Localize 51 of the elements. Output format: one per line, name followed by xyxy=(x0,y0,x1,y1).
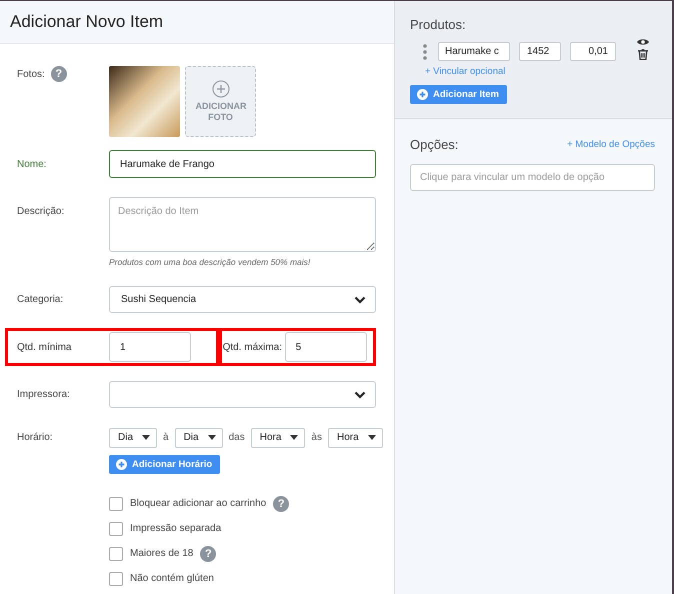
field-label: Nome: xyxy=(17,158,46,170)
chevron-down-icon xyxy=(354,296,366,304)
field-label: Descrição: xyxy=(17,206,64,217)
hint-text: Produtos com uma boa descrição vendem 50% mais! xyxy=(109,257,312,267)
field-label: Fotos: xyxy=(17,68,45,80)
plus-circle-icon xyxy=(417,89,428,100)
field-label: Categoria: xyxy=(17,294,64,305)
product-code-input[interactable]: 1452 xyxy=(519,42,561,61)
caret-icon xyxy=(290,435,298,440)
drag-handle-icon[interactable] xyxy=(423,44,427,60)
name-input[interactable]: Harumake de Frango xyxy=(109,150,376,178)
checkbox[interactable] xyxy=(109,546,123,560)
plus-icon xyxy=(212,80,230,98)
checkbox[interactable] xyxy=(109,572,123,586)
caret-icon xyxy=(208,435,216,440)
checkbox-label: Não contém glúten xyxy=(130,573,214,584)
checkbox[interactable] xyxy=(109,496,123,510)
time-select[interactable]: Dia xyxy=(174,428,223,448)
min-quantity-input[interactable]: 1 xyxy=(109,332,191,362)
photo-placeholder xyxy=(109,66,180,137)
trash-icon[interactable] xyxy=(638,49,648,60)
product-price-input[interactable]: 0,01 xyxy=(570,42,616,61)
connector-text: das xyxy=(228,432,245,443)
field-label: Horário: xyxy=(17,432,53,443)
time-select[interactable]: Hora xyxy=(250,428,306,448)
section-title: Produtos: xyxy=(410,17,467,32)
options-input[interactable]: Clique para vincular um modelo de opção xyxy=(410,164,655,191)
connector-text: à xyxy=(163,432,169,443)
checkbox[interactable] xyxy=(109,522,123,536)
checkbox-label: Bloquear adicionar ao carrinho xyxy=(130,498,266,509)
field-label: Impressora: xyxy=(17,389,70,400)
max-quantity-input[interactable]: 5 xyxy=(284,332,367,362)
section-title: Opções: xyxy=(410,137,458,152)
field-label: Qtd. máxima: xyxy=(222,342,284,352)
printer-select[interactable] xyxy=(109,381,376,408)
chevron-down-icon xyxy=(354,390,366,398)
connector-text: às xyxy=(311,432,322,443)
time-select[interactable]: Dia xyxy=(109,428,158,448)
product-name-input[interactable]: Harumake c xyxy=(438,42,510,61)
field-label: Qtd. mínima xyxy=(17,342,72,352)
page-title: Adicionar Novo Item xyxy=(10,12,164,32)
checkbox-label: Impressão separada xyxy=(130,523,222,534)
eye-icon[interactable] xyxy=(637,38,649,46)
description-textarea[interactable]: Descrição do Item xyxy=(109,197,376,252)
plus-circle-icon xyxy=(116,459,127,470)
checkbox-label: Maiores de 18 xyxy=(130,548,194,559)
add-photo-label: ADICIONAR FOTO xyxy=(196,101,246,123)
category-select[interactable]: Sushi Sequencia xyxy=(109,286,376,313)
time-select[interactable]: Hora xyxy=(328,428,383,448)
caret-icon xyxy=(142,435,150,440)
caret-icon xyxy=(368,435,376,440)
